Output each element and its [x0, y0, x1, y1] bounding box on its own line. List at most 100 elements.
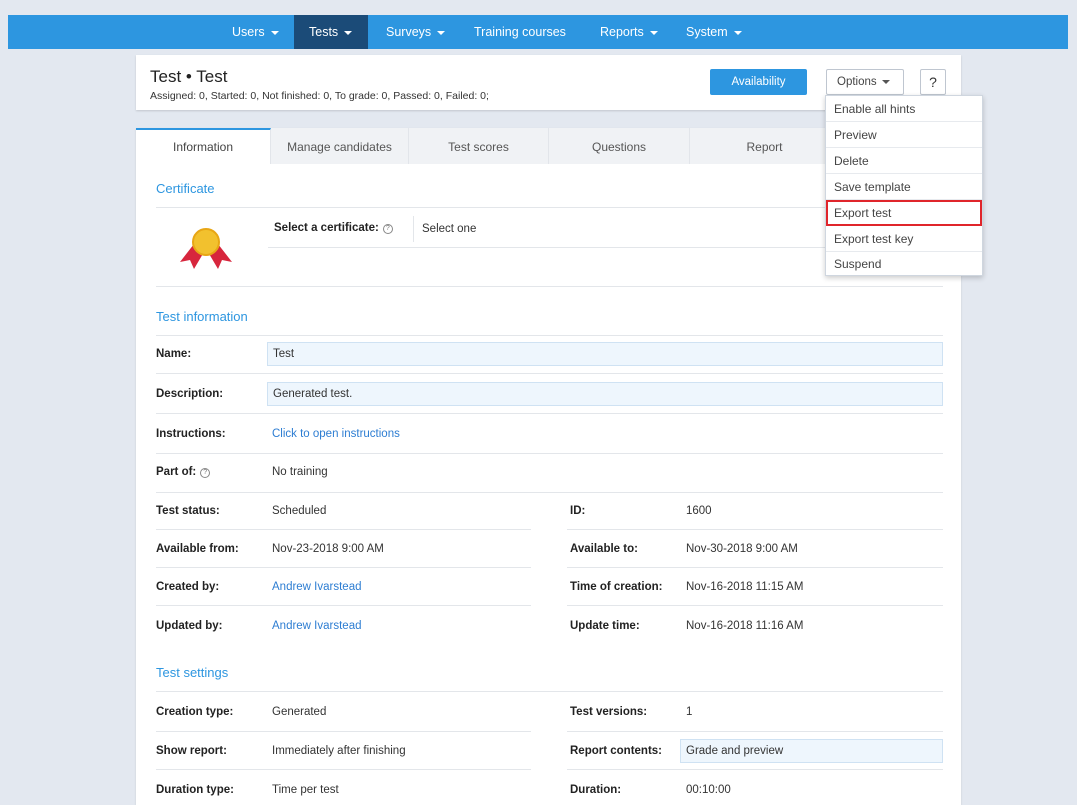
divider: [567, 605, 943, 606]
menu-item-save-template[interactable]: Save template: [826, 174, 982, 200]
menu-item-export-test-key[interactable]: Export test key: [826, 226, 982, 252]
divider: [156, 335, 943, 336]
tab-test-scores[interactable]: Test scores: [409, 128, 549, 164]
name-field[interactable]: Test: [267, 342, 943, 366]
id-value: 1600: [686, 505, 712, 517]
test-versions-label: Test versions:: [570, 706, 648, 718]
nav-training-courses-label: Training courses: [474, 25, 566, 39]
divider: [156, 567, 531, 568]
creation-type-label: Creation type:: [156, 706, 234, 718]
updated-by-label: Updated by:: [156, 620, 223, 632]
divider: [156, 492, 943, 493]
divider: [567, 769, 943, 770]
available-from-value: Nov-23-2018 9:00 AM: [272, 543, 384, 555]
test-status-label: Test status:: [156, 505, 220, 517]
top-nav-bar: Users Tests Surveys Training courses Rep…: [8, 15, 1068, 49]
report-contents-field[interactable]: Grade and preview: [680, 739, 943, 763]
divider: [156, 413, 943, 414]
created-by-link[interactable]: Andrew Ivarstead: [272, 581, 362, 593]
options-dropdown-button[interactable]: Options: [826, 69, 904, 95]
help-circle-icon[interactable]: ?: [382, 224, 393, 234]
nav-users-label: Users: [232, 25, 265, 39]
nav-system[interactable]: System: [676, 15, 752, 49]
available-from-label: Available from:: [156, 543, 239, 555]
test-information-section-title: Test information: [156, 309, 248, 324]
instructions-label: Instructions:: [156, 428, 226, 440]
certificate-section-title: Certificate: [156, 181, 215, 196]
name-label: Name:: [156, 348, 192, 360]
divider: [156, 691, 943, 692]
show-report-value: Immediately after finishing: [272, 745, 406, 757]
nav-reports-label: Reports: [600, 25, 644, 39]
nav-training-courses[interactable]: Training courses: [464, 15, 576, 49]
caret-down-icon: [649, 30, 658, 35]
part-of-label-text: Part of:: [156, 466, 197, 478]
help-circle-icon[interactable]: ?: [200, 468, 211, 478]
available-to-value: Nov-30-2018 9:00 AM: [686, 543, 798, 555]
test-settings-section-title: Test settings: [156, 665, 229, 680]
duration-type-label: Duration type:: [156, 784, 234, 796]
test-status-value: Scheduled: [272, 505, 327, 517]
options-label: Options: [837, 76, 877, 88]
caret-down-icon: [270, 30, 279, 35]
nav-tests[interactable]: Tests: [294, 15, 368, 49]
caret-down-icon: [344, 30, 353, 35]
caret-down-icon: [881, 79, 890, 84]
duration-label: Duration:: [570, 784, 622, 796]
description-field[interactable]: Generated test.: [267, 382, 943, 406]
tab-questions[interactable]: Questions: [549, 128, 690, 164]
tab-report[interactable]: Report: [690, 128, 840, 164]
nav-surveys[interactable]: Surveys: [376, 15, 455, 49]
options-dropdown-menu: Enable all hints Preview Delete Save tem…: [825, 95, 983, 276]
updated-by-link[interactable]: Andrew Ivarstead: [272, 620, 362, 632]
divider: [156, 373, 943, 374]
page-title: Test • Test: [150, 67, 228, 86]
test-stats-summary: Assigned: 0, Started: 0, Not finished: 0…: [150, 90, 489, 102]
help-button[interactable]: ?: [920, 69, 946, 95]
time-of-creation-value: Nov-16-2018 11:15 AM: [686, 581, 804, 593]
part-of-value: No training: [272, 466, 328, 478]
tab-information[interactable]: Information: [136, 128, 271, 164]
menu-item-export-test[interactable]: Export test: [826, 200, 982, 226]
caret-down-icon: [437, 30, 446, 35]
nav-system-label: System: [686, 25, 728, 39]
select-certificate-label-text: Select a certificate:: [274, 222, 379, 234]
divider: [156, 286, 943, 287]
created-by-label: Created by:: [156, 581, 220, 593]
availability-button[interactable]: Availability: [710, 69, 807, 95]
divider: [156, 731, 531, 732]
show-report-label: Show report:: [156, 745, 227, 757]
divider: [567, 567, 943, 568]
divider: [567, 529, 943, 530]
instructions-link[interactable]: Click to open instructions: [272, 428, 400, 440]
nav-reports[interactable]: Reports: [590, 15, 668, 49]
menu-item-suspend[interactable]: Suspend: [826, 251, 982, 277]
time-of-creation-label: Time of creation:: [570, 581, 663, 593]
divider: [156, 453, 943, 454]
duration-value: 00:10:00: [686, 784, 731, 796]
caret-down-icon: [733, 30, 742, 35]
update-time-label: Update time:: [570, 620, 640, 632]
duration-type-value: Time per test: [272, 784, 339, 796]
divider: [156, 605, 531, 606]
tab-manage-candidates[interactable]: Manage candidates: [271, 128, 409, 164]
id-label: ID:: [570, 505, 586, 517]
update-time-value: Nov-16-2018 11:16 AM: [686, 620, 804, 632]
menu-item-preview[interactable]: Preview: [826, 122, 982, 148]
menu-item-enable-all-hints[interactable]: Enable all hints: [826, 96, 982, 122]
divider: [156, 529, 531, 530]
certificate-medal-icon: [180, 228, 232, 269]
divider: [567, 731, 943, 732]
test-versions-value: 1: [686, 706, 693, 718]
menu-item-delete[interactable]: Delete: [826, 148, 982, 174]
nav-tests-label: Tests: [309, 25, 339, 39]
creation-type-value: Generated: [272, 706, 327, 718]
description-label: Description:: [156, 388, 224, 400]
nav-surveys-label: Surveys: [386, 25, 432, 39]
select-certificate-label: Select a certificate:?: [274, 222, 393, 234]
part-of-label: Part of:?: [156, 466, 211, 478]
report-contents-label: Report contents:: [570, 745, 662, 757]
divider: [156, 769, 531, 770]
nav-users[interactable]: Users: [222, 15, 289, 49]
available-to-label: Available to:: [570, 543, 638, 555]
